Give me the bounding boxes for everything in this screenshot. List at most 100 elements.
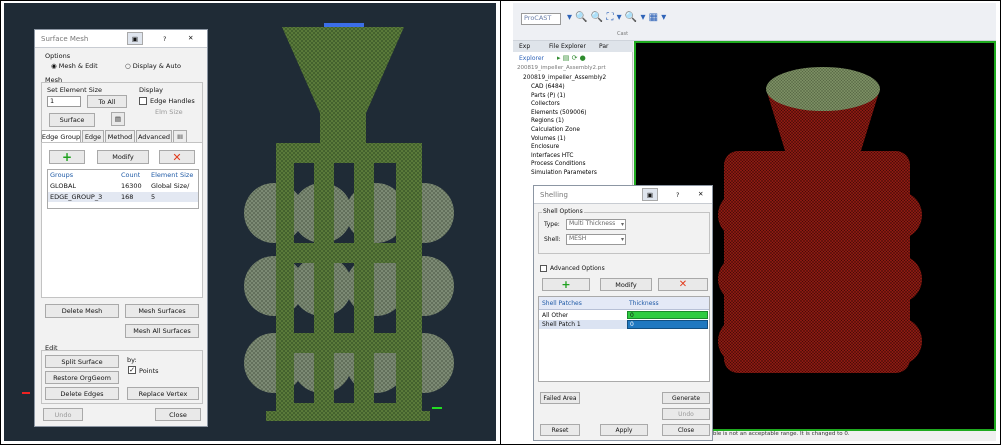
tab-exp[interactable]: Exp	[519, 43, 530, 50]
tab-edge[interactable]: Edge	[82, 130, 104, 142]
restore-orggeom-label: Restore OrgGeom	[53, 373, 111, 382]
close-icon[interactable]: ✕	[188, 34, 193, 42]
mesh-surfaces-button[interactable]: Mesh Surfaces	[125, 304, 199, 318]
tree-list: CAD (6484) Parts (P) (1) Collectors Elem…	[531, 84, 597, 179]
right-application: ProCAST ▾ 🔍 🔍 ⛶ ▾ 🔍 ▾ ▦ ▾ Cast Exp File …	[513, 3, 996, 441]
tab-advanced[interactable]: Advanced	[136, 130, 172, 142]
delete-mesh-button[interactable]: Delete Mesh	[45, 304, 119, 318]
add-patch-button[interactable]: +	[542, 278, 590, 291]
row-all-other-thickness[interactable]: 0	[627, 311, 708, 319]
tree-item[interactable]: Calculation Zone	[531, 127, 597, 136]
element-size-input[interactable]: 1	[47, 96, 81, 107]
left-viewport[interactable]: Surface Mesh ▣ ? ✕ Options ◉ Mesh & Edit…	[4, 3, 496, 441]
shelling-undo-button[interactable]: Undo	[662, 408, 710, 420]
shelling-close-button[interactable]: Close	[662, 424, 710, 436]
row-edge-group[interactable]: EDGE_GROUP_3	[50, 193, 102, 201]
reset-label: Reset	[551, 426, 569, 434]
col-element-size: Element Size	[151, 171, 194, 179]
advanced-options-checkbox[interactable]	[540, 265, 547, 272]
failed-area-button[interactable]: Failed Area	[540, 392, 580, 404]
row-patch1-name[interactable]: Shell Patch 1	[542, 321, 581, 328]
tab-edge-group[interactable]: Edge Group	[41, 130, 81, 142]
tree-root[interactable]: 200819_impeller_Assembly2	[523, 75, 606, 81]
tree-item[interactable]: Volumes (1)	[531, 136, 597, 145]
replace-vertex-button[interactable]: Replace Vertex	[127, 387, 199, 400]
generate-button[interactable]: Generate	[662, 392, 710, 404]
tree-item[interactable]: Parts (P) (1)	[531, 93, 597, 102]
advanced-options-label: Advanced Options	[550, 265, 605, 272]
surface-button-label: Surface	[59, 116, 85, 124]
col-thickness: Thickness	[629, 300, 659, 307]
reset-button[interactable]: Reset	[540, 424, 580, 436]
tree-item[interactable]: Process Conditions	[531, 161, 597, 170]
tab-overflow[interactable]: III	[173, 130, 187, 142]
edge-handles-checkbox[interactable]	[139, 97, 147, 105]
surface-button[interactable]: Surface	[49, 113, 95, 127]
row-global-size[interactable]: Global Size/	[151, 182, 199, 190]
delete-edges-label: Delete Edges	[60, 389, 104, 398]
delete-group-button[interactable]: ✕	[159, 150, 195, 164]
dialog-titlebar: Surface Mesh ▣ ? ✕	[35, 30, 207, 48]
shelling-pin-button[interactable]: ▣	[642, 188, 658, 201]
row-global-count[interactable]: 16300	[121, 182, 142, 190]
col-groups: Groups	[50, 171, 74, 179]
add-group-button[interactable]: +	[49, 150, 85, 164]
shelling-close-icon[interactable]: ✕	[698, 190, 703, 198]
pin-button[interactable]: ▣	[127, 32, 143, 45]
type-select[interactable]: Multi Thickness ▾	[566, 219, 626, 230]
apply-button[interactable]: Apply	[600, 424, 648, 436]
row-patch1-thickness[interactable]: 0	[627, 320, 708, 329]
to-all-button[interactable]: To All	[87, 95, 127, 108]
mesh-all-surfaces-button[interactable]: Mesh All Surfaces	[125, 324, 199, 338]
row-global-group[interactable]: GLOBAL	[50, 182, 76, 190]
shelling-help-button[interactable]: ?	[676, 191, 679, 199]
shelling-close-label: Close	[677, 426, 695, 434]
points-checkbox[interactable]: ✓	[128, 366, 136, 374]
tree-item[interactable]: Elements (509006)	[531, 110, 597, 119]
edge-handles-label: Edge Handles	[150, 97, 195, 105]
toolbar-sub-label: Cast	[617, 31, 629, 37]
modify-button[interactable]: Modify	[97, 150, 149, 164]
shell-select[interactable]: MESH ▾	[566, 234, 626, 245]
shell-options-label: Shell Options	[542, 208, 584, 215]
delete-patch-button[interactable]: ✕	[658, 278, 708, 291]
edge-group-table: Groups Count Element Size GLOBAL 16300 G…	[47, 169, 199, 209]
tree-item[interactable]: Interfaces HTC	[531, 153, 597, 162]
close-button[interactable]: Close	[155, 408, 201, 421]
dialog-title: Surface Mesh	[41, 35, 89, 43]
radio-display-auto[interactable]: ○ Display & Auto	[125, 62, 181, 70]
replace-vertex-label: Replace Vertex	[138, 389, 188, 398]
explorer-toolbar-icons[interactable]: ▸ ▤ ⟳ ●	[557, 54, 586, 62]
type-value: Multi Thickness	[569, 220, 616, 227]
delete-edges-button[interactable]: Delete Edges	[45, 387, 119, 400]
help-button[interactable]: ?	[163, 35, 166, 43]
edge-group-panel	[41, 142, 203, 298]
tab-file-explorer[interactable]: File Explorer	[549, 43, 586, 50]
tree-item[interactable]: Enclosure	[531, 144, 597, 153]
points-label: Points	[139, 367, 159, 375]
toolbar-icons[interactable]: ▾ 🔍 🔍 ⛶ ▾ 🔍 ▾ ▦ ▾	[567, 12, 666, 23]
surface-select-icon[interactable]: ▤	[111, 112, 125, 126]
split-surface-button[interactable]: Split Surface	[45, 355, 119, 368]
radio-mesh-edit[interactable]: ◉ Mesh & Edit	[51, 62, 98, 70]
toolbar-dropdown[interactable]: ProCAST	[521, 13, 561, 25]
tree-item[interactable]: Regions (1)	[531, 118, 597, 127]
tree-item[interactable]: CAD (6484)	[531, 84, 597, 93]
tab-method[interactable]: Method	[105, 130, 135, 142]
tab-par[interactable]: Par	[599, 43, 609, 50]
generate-label: Generate	[671, 394, 701, 402]
chevron-down-icon: ▾	[620, 221, 624, 228]
shelling-modify-button[interactable]: Modify	[600, 278, 652, 291]
row-edge-count[interactable]: 168	[121, 193, 133, 201]
restore-orggeom-button[interactable]: Restore OrgGeom	[45, 371, 119, 384]
undo-button[interactable]: Undo	[43, 408, 83, 421]
tree-item[interactable]: Simulation Parameters	[531, 170, 597, 179]
row-edge-size[interactable]: 5	[151, 193, 155, 201]
tree-item[interactable]: Collectors	[531, 101, 597, 110]
radio-display-auto-label: Display & Auto	[132, 62, 182, 70]
row-all-other-name[interactable]: All Other	[542, 312, 568, 319]
options-label: Options	[45, 52, 71, 60]
patch1-thickness-value: 0	[630, 321, 634, 328]
elm-size-label: Elm Size	[155, 108, 183, 116]
file-name: 200819_impeller_Assembly2.prt	[517, 65, 606, 71]
